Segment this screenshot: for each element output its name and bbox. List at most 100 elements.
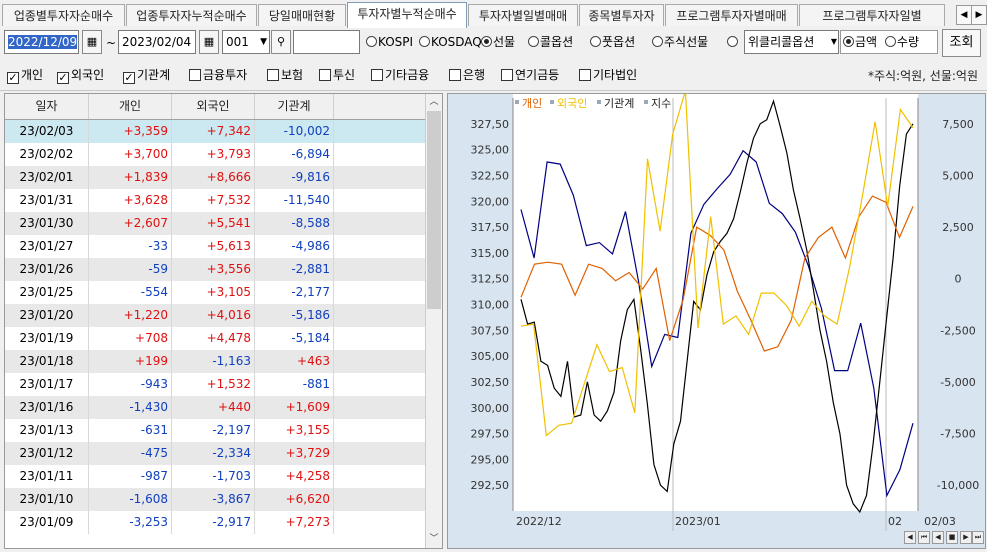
radio-weekly[interactable] — [727, 34, 739, 50]
table-row[interactable]: 23/01/10 -1,608 -3,867 +6,620 — [5, 488, 425, 511]
calendar-icon[interactable]: ▦ — [82, 30, 102, 54]
legend-marker — [550, 100, 554, 104]
chart-last-icon[interactable]: ⏭ — [972, 531, 984, 544]
cell-institution: -881 — [255, 373, 334, 396]
chart-left-scroll-icon[interactable]: ◀ — [904, 531, 916, 544]
weekly-option-select[interactable]: 위클리콜옵션 ▼ — [744, 30, 839, 54]
cell-personal: +1,220 — [89, 304, 172, 327]
cell-personal: +199 — [89, 350, 172, 373]
cell-institution: -5,184 — [255, 327, 334, 350]
radio-stock-futures[interactable]: 주식선물 — [652, 34, 708, 50]
table-row[interactable]: 23/02/03 +3,359 +7,342 -10,002 — [5, 120, 425, 143]
cell-foreign: +3,556 — [172, 258, 255, 281]
search-icon[interactable]: ⚲ — [271, 30, 291, 54]
table-row[interactable]: 23/01/12 -475 -2,334 +3,729 — [5, 442, 425, 465]
radio-kosdaq[interactable]: KOSDAQ — [419, 34, 482, 50]
tab-daily-trading[interactable]: 당일매매현황 — [258, 4, 346, 26]
tab-scroll-left-button[interactable]: ◀ — [956, 5, 972, 25]
table-row[interactable]: 23/01/13 -631 -2,197 +3,155 — [5, 419, 425, 442]
left-tick-label: 315,00 — [471, 247, 510, 260]
table-row[interactable]: 23/01/11 -987 -1,703 +4,258 — [5, 465, 425, 488]
cell-date: 23/01/09 — [5, 511, 89, 534]
chart-first-icon[interactable]: ⏮ — [918, 531, 930, 544]
left-tick-label: 302,50 — [471, 376, 510, 389]
tab-program-daily[interactable]: 프로그램투자자일별 — [799, 4, 945, 26]
tab-stock-investor[interactable]: 종목별투자자 — [579, 4, 664, 26]
cell-date: 23/01/20 — [5, 304, 89, 327]
cell-institution: +6,620 — [255, 488, 334, 511]
legend-label: 외국인 — [557, 97, 587, 110]
radio-amount[interactable]: 금액 — [843, 35, 877, 49]
checkbox-bank[interactable]: 은행 — [449, 67, 485, 83]
chart-next-icon[interactable]: ▶ — [960, 531, 972, 544]
checkbox-other-finance[interactable]: 기타금융 — [371, 67, 429, 83]
scroll-up-icon[interactable]: ︿ — [426, 94, 442, 110]
column-header-personal[interactable]: 개인 — [89, 94, 172, 119]
table-row[interactable]: 23/01/20 +1,220 +4,016 -5,186 — [5, 304, 425, 327]
right-tick-label: 2,500 — [942, 221, 974, 234]
checkbox-institution[interactable]: ✓ 기관계 — [123, 67, 170, 84]
chart-stop-icon[interactable]: ■ — [946, 531, 958, 544]
radio-quantity[interactable]: 수량 — [884, 35, 919, 49]
radio-circle — [419, 36, 430, 47]
end-date-field[interactable]: 2023/02/04 — [118, 30, 196, 54]
checkbox-other-corp[interactable]: 기타법인 — [579, 67, 637, 83]
cell-personal: +3,628 — [89, 189, 172, 212]
query-button[interactable]: 조회 — [942, 29, 981, 57]
radio-circle — [528, 36, 539, 47]
radio-call-option[interactable]: 콜옵션 — [528, 34, 573, 50]
column-header-foreign[interactable]: 외국인 — [172, 94, 255, 119]
weekly-option-value: 위클리콜옵션 — [748, 35, 815, 49]
chevron-down-icon[interactable]: ▼ — [831, 31, 837, 53]
table-row[interactable]: 23/01/30 +2,607 +5,541 -8,588 — [5, 212, 425, 235]
checkbox-financial-investment[interactable]: 금융투자 — [189, 67, 247, 83]
column-header-institution[interactable]: 기관계 — [255, 94, 334, 119]
cell-personal: -475 — [89, 442, 172, 465]
vertical-scrollbar[interactable]: ︿ ﹀ — [425, 94, 442, 548]
radio-kospi[interactable]: KOSPI — [366, 34, 413, 50]
table-row[interactable]: 23/01/18 +199 -1,163 +463 — [5, 350, 425, 373]
cell-institution: +3,729 — [255, 442, 334, 465]
table-row[interactable]: 23/01/27 -33 +5,613 -4,986 — [5, 235, 425, 258]
chart-prev-icon[interactable]: ◀ — [932, 531, 944, 544]
tab-industry-cumulative[interactable]: 업종투자자누적순매수 — [126, 4, 257, 26]
table-row[interactable]: 23/01/09 -3,253 -2,917 +7,273 — [5, 511, 425, 534]
search-input[interactable] — [293, 30, 360, 54]
radio-futures[interactable]: 선물 — [481, 34, 515, 50]
x-tick-label: 02 — [888, 515, 902, 528]
cell-foreign: -2,197 — [172, 419, 255, 442]
cell-personal: -943 — [89, 373, 172, 396]
table-row[interactable]: 23/02/02 +3,700 +3,793 -6,894 — [5, 143, 425, 166]
checkbox-pension[interactable]: 연기금등 — [501, 67, 559, 83]
table-row[interactable]: 23/01/31 +3,628 +7,532 -11,540 — [5, 189, 425, 212]
cell-foreign: +3,105 — [172, 281, 255, 304]
checkbox-investment-trust[interactable]: 투신 — [319, 67, 355, 83]
tab-investor-daily[interactable]: 투자자별일별매매 — [468, 4, 578, 26]
checkbox-foreign[interactable]: ✓ 외국인 — [57, 67, 104, 84]
table-row[interactable]: 23/01/26 -59 +3,556 -2,881 — [5, 258, 425, 281]
checkbox-personal[interactable]: ✓ 개인 — [7, 67, 43, 84]
tab-industry-net-buy[interactable]: 업종별투자자순매수 — [2, 4, 125, 26]
calendar-icon[interactable]: ▦ — [199, 30, 219, 54]
column-header-date[interactable]: 일자 — [5, 94, 89, 119]
unit-note: *주식:억원, 선물:억원 — [867, 69, 978, 83]
cell-personal: -59 — [89, 258, 172, 281]
table-row[interactable]: 23/01/17 -943 +1,532 -881 — [5, 373, 425, 396]
checkbox-insurance[interactable]: 보험 — [267, 67, 303, 83]
tab-investor-cumulative[interactable]: 투자자별누적순매수 — [347, 2, 467, 28]
table-row[interactable]: 23/01/16 -1,430 +440 +1,609 — [5, 396, 425, 419]
tab-scroll-right-button[interactable]: ▶ — [971, 5, 987, 25]
scroll-thumb[interactable] — [427, 111, 441, 309]
cell-date: 23/01/13 — [5, 419, 89, 442]
investor-chart[interactable]: 327,50 325,00 322,50 320,00 317,50 315,00 312,… — [447, 93, 986, 549]
table-row[interactable]: 23/02/01 +1,839 +8,666 -9,816 — [5, 166, 425, 189]
table-row[interactable]: 23/01/25 -554 +3,105 -2,177 — [5, 281, 425, 304]
chevron-down-icon[interactable]: ▼ — [260, 31, 267, 53]
code-select[interactable]: 001 ▼ — [222, 30, 270, 54]
table-row[interactable]: 23/01/19 +708 +4,478 -5,184 — [5, 327, 425, 350]
tab-program-investor[interactable]: 프로그램투자자별매매 — [665, 4, 798, 26]
start-date-field[interactable]: 2022/12/09 — [4, 30, 79, 54]
chart-canvas: 327,50 325,00 322,50 320,00 317,50 315,00 312,… — [448, 94, 985, 548]
scroll-down-icon[interactable]: ﹀ — [426, 531, 442, 547]
radio-put-option[interactable]: 풋옵션 — [590, 34, 635, 50]
